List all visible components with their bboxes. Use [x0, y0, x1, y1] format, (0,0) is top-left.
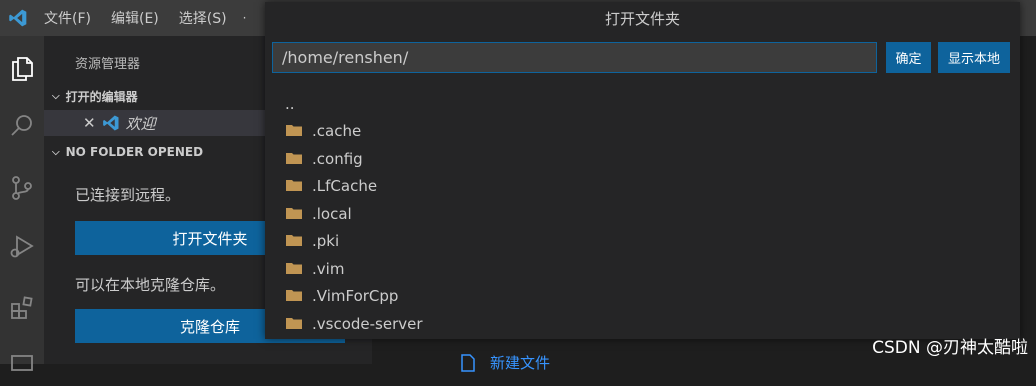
parent-dir-item[interactable]: ..	[265, 90, 1020, 118]
new-file-label: 新建文件	[490, 354, 551, 372]
open-editor-label: 欢迎	[125, 114, 156, 133]
menu-more[interactable]: ·	[243, 11, 247, 25]
watermark: CSDN @刃神太酷啦	[872, 338, 1028, 358]
remote-explorer-icon[interactable]	[0, 342, 44, 386]
sidebar-title: 资源管理器	[75, 57, 141, 72]
open-folder-dialog: 打开文件夹 确定 显示本地 .. .cache .config .LfCache .l…	[265, 2, 1020, 339]
run-debug-icon[interactable]	[0, 224, 44, 268]
folder-label: .vim	[312, 259, 345, 278]
folder-item[interactable]: .local	[265, 200, 1020, 228]
open-editors-label: 打开的编辑器	[65, 90, 138, 104]
explorer-icon[interactable]	[0, 46, 44, 90]
folder-item[interactable]: .config	[265, 145, 1020, 173]
folder-icon	[265, 205, 312, 223]
folder-icon	[265, 315, 312, 333]
folder-label: .vscode-server	[312, 314, 423, 333]
folder-label: .config	[312, 149, 363, 168]
folder-label: .LfCache	[312, 177, 378, 196]
ok-button[interactable]: 确定	[886, 42, 931, 73]
search-icon[interactable]	[0, 104, 44, 148]
close-icon[interactable]: ✕	[83, 114, 96, 132]
new-file-icon	[460, 353, 476, 372]
folder-icon	[265, 287, 312, 305]
folder-item[interactable]: .LfCache	[265, 173, 1020, 201]
dialog-title: 打开文件夹	[604, 9, 680, 28]
vscode-logo-icon	[102, 114, 120, 132]
vscode-logo-icon	[0, 0, 36, 36]
menu-selection[interactable]: 选择(S)	[179, 8, 227, 28]
open-editors-header[interactable]: ⌵ 打开的编辑器	[52, 88, 138, 105]
folder-label: .pki	[312, 232, 340, 251]
no-folder-header[interactable]: ⌵ NO FOLDER OPENED	[52, 145, 203, 159]
folder-icon	[265, 260, 312, 278]
folder-item[interactable]: .pki	[265, 228, 1020, 256]
folder-icon	[265, 122, 312, 140]
extensions-icon[interactable]	[0, 286, 44, 330]
folder-label: .cache	[312, 122, 362, 141]
folder-list: .. .cache .config .LfCache .local .pki .vim .V…	[265, 90, 1020, 338]
clone-text: 可以在本地克隆仓库。	[75, 276, 226, 294]
folder-item[interactable]: .vim	[265, 255, 1020, 283]
folder-icon	[265, 150, 312, 168]
activity-bar	[0, 36, 44, 371]
connected-text: 已连接到远程。	[75, 186, 181, 204]
chevron-down-icon: ⌵	[52, 91, 60, 102]
menu-file[interactable]: 文件(F)	[44, 8, 91, 28]
no-folder-label: NO FOLDER OPENED	[65, 145, 204, 159]
folder-icon	[265, 177, 312, 195]
folder-label: .VimForCpp	[312, 287, 399, 306]
folder-label: .local	[312, 204, 352, 223]
folder-item[interactable]: .cache	[265, 118, 1020, 146]
path-input[interactable]	[272, 42, 877, 73]
folder-item[interactable]: .VimForCpp	[265, 283, 1020, 311]
menu-edit[interactable]: 编辑(E)	[111, 8, 159, 28]
new-file-link[interactable]: 新建文件	[460, 352, 550, 373]
source-control-icon[interactable]	[0, 166, 44, 210]
menu-bar: 文件(F) 编辑(E) 选择(S) ·	[44, 0, 266, 36]
show-local-button[interactable]: 显示本地	[938, 42, 1010, 73]
folder-icon	[265, 232, 312, 250]
chevron-down-icon: ⌵	[52, 146, 60, 158]
